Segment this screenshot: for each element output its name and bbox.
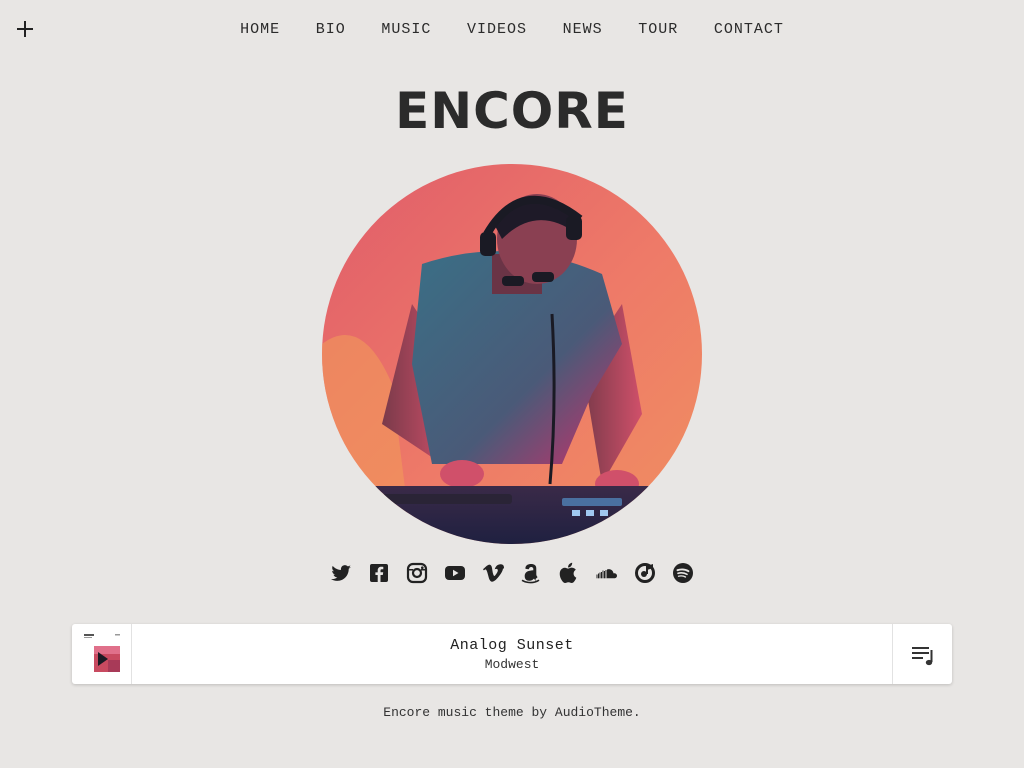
site-title[interactable]: ENCORE bbox=[0, 80, 1024, 142]
itunes-icon[interactable] bbox=[633, 561, 657, 585]
youtube-icon[interactable] bbox=[443, 561, 467, 585]
track-info: Analog Sunset Modwest bbox=[132, 624, 892, 684]
nav-item-music[interactable]: MUSIC bbox=[381, 21, 431, 38]
playlist-icon bbox=[912, 647, 933, 666]
playlist-button[interactable] bbox=[892, 624, 952, 684]
facebook-icon[interactable] bbox=[367, 561, 391, 585]
spotify-icon[interactable] bbox=[671, 561, 695, 585]
social-links bbox=[0, 561, 1024, 585]
twitter-icon[interactable] bbox=[329, 561, 353, 585]
instagram-icon[interactable] bbox=[405, 561, 429, 585]
site-footer: Encore music theme by AudioTheme. bbox=[0, 705, 1024, 720]
track-title: Analog Sunset bbox=[450, 637, 574, 654]
main-navigation: HOME BIO MUSIC VIDEOS NEWS TOUR CONTACT bbox=[0, 20, 1024, 38]
hero-image bbox=[322, 164, 702, 544]
footer-link-audiotheme[interactable]: AudioTheme bbox=[555, 705, 633, 720]
nav-item-contact[interactable]: CONTACT bbox=[714, 21, 784, 38]
soundcloud-icon[interactable] bbox=[595, 561, 619, 585]
nav-item-tour[interactable]: TOUR bbox=[638, 21, 678, 38]
nav-item-videos[interactable]: VIDEOS bbox=[467, 21, 527, 38]
track-artist: Modwest bbox=[484, 657, 540, 672]
audio-player: Analog Sunset Modwest bbox=[72, 624, 952, 684]
album-thumbnail[interactable] bbox=[72, 624, 132, 684]
nav-item-bio[interactable]: BIO bbox=[316, 21, 346, 38]
footer-suffix: . bbox=[632, 705, 641, 720]
amazon-icon[interactable] bbox=[519, 561, 543, 585]
nav-item-home[interactable]: HOME bbox=[240, 21, 280, 38]
footer-text: Encore music theme by bbox=[383, 705, 555, 720]
nav-item-news[interactable]: NEWS bbox=[563, 21, 603, 38]
apple-icon[interactable] bbox=[557, 561, 581, 585]
vimeo-icon[interactable] bbox=[481, 561, 505, 585]
